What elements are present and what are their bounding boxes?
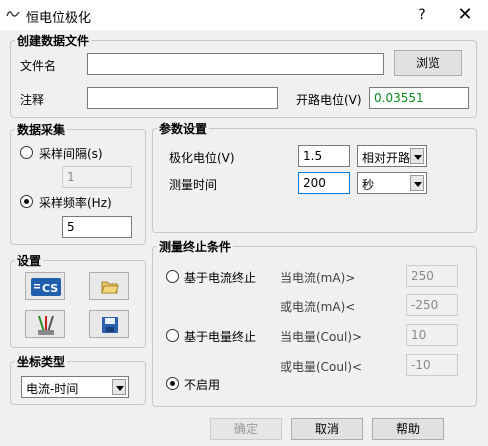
potential-ref-value: 相对开路 [362, 151, 411, 165]
electrode-button[interactable] [25, 310, 65, 338]
current-gt-label: 当电流(mA)> [280, 271, 356, 285]
interval-radio[interactable] [20, 146, 33, 159]
dialog-window: 恒电位极化 ? ✕ 创建数据文件 文件名 浏览 注释 开路电位(V) 0.035… [0, 0, 488, 446]
browse-button[interactable]: 浏览 [394, 50, 462, 76]
charge-stop-radio[interactable] [166, 329, 179, 342]
cs-button[interactable]: CS [25, 272, 65, 300]
cancel-button[interactable]: 取消 [291, 418, 363, 440]
time-label: 测量时间 [169, 178, 218, 192]
electrode-icon [36, 314, 56, 339]
comment-label: 注释 [20, 93, 45, 107]
frequency-radio[interactable] [20, 195, 33, 208]
acquisition-legend: 数据采集 [17, 123, 66, 137]
time-unit-select[interactable]: 秒 [357, 172, 427, 194]
coord-type-value: 电流-时间 [26, 382, 79, 396]
app-wave-icon [6, 8, 20, 23]
window-title: 恒电位极化 [26, 11, 92, 26]
settings-legend: 设置 [17, 254, 42, 268]
charge-gt-input[interactable]: 10 [406, 324, 458, 346]
charge-lt-label: 或电量(Coul)< [280, 360, 363, 374]
params-legend: 参数设置 [159, 122, 208, 136]
disable-stop-label: 不启用 [184, 378, 221, 392]
ocp-value: 0.03551 [369, 87, 469, 109]
ok-button[interactable]: 确定 [210, 418, 282, 440]
time-unit-value: 秒 [362, 178, 375, 192]
ocp-label: 开路电位(V) [296, 93, 362, 107]
frequency-label: 采样频率(Hz) [39, 196, 112, 210]
interval-input[interactable]: 1 [62, 166, 132, 188]
chevron-down-icon [410, 148, 424, 164]
close-icon[interactable]: ✕ [453, 3, 477, 27]
current-lt-label: 或电流(mA)< [280, 300, 356, 314]
current-stop-label: 基于电流终止 [184, 271, 257, 285]
chevron-down-icon [112, 379, 126, 395]
disable-stop-radio[interactable] [166, 377, 179, 390]
charge-stop-label: 基于电量终止 [184, 330, 257, 344]
current-lt-input[interactable]: -250 [406, 294, 458, 316]
coord-legend: 坐标类型 [17, 355, 66, 369]
help-icon[interactable]: ? [410, 3, 434, 27]
filename-input[interactable] [87, 53, 384, 75]
coord-type-select[interactable]: 电流-时间 [21, 376, 129, 398]
current-stop-radio[interactable] [166, 270, 179, 283]
open-folder-icon [101, 279, 119, 298]
current-gt-input[interactable]: 250 [406, 265, 458, 287]
title-bar: 恒电位极化 ? ✕ [0, 0, 488, 30]
chevron-down-icon [410, 175, 424, 191]
potential-label: 极化电位(V) [169, 151, 235, 165]
comment-input[interactable] [87, 87, 278, 109]
save-button[interactable] [89, 310, 129, 338]
help-button[interactable]: 帮助 [372, 418, 444, 440]
save-icon [102, 317, 118, 336]
charge-lt-input[interactable]: -10 [406, 354, 458, 376]
potential-input[interactable]: 1.5 [298, 145, 350, 167]
interval-label: 采样间隔(s) [39, 147, 103, 161]
time-input[interactable]: 200 [298, 172, 350, 194]
svg-text:CS: CS [42, 282, 58, 295]
create-file-legend: 创建数据文件 [17, 34, 90, 48]
filename-label: 文件名 [20, 59, 57, 73]
frequency-input[interactable]: 5 [62, 216, 132, 238]
open-file-button[interactable] [89, 272, 129, 300]
cs-icon: CS [31, 278, 61, 299]
potential-ref-select[interactable]: 相对开路 [357, 145, 427, 167]
stop-condition-legend: 测量终止条件 [159, 240, 232, 254]
charge-gt-label: 当电量(Coul)> [280, 330, 363, 344]
